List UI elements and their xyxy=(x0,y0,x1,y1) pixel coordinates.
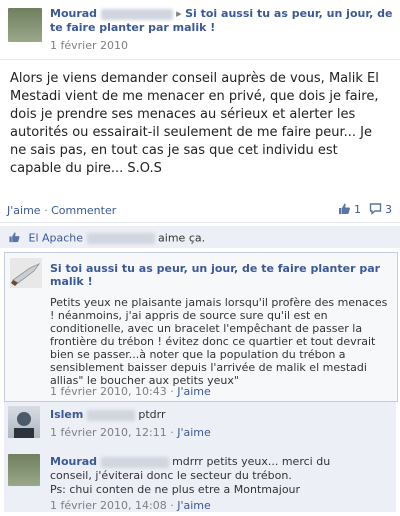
share-arrow-icon: ▸ xyxy=(176,7,182,20)
shared-title[interactable]: Si toi aussi tu as peur, un jour, de te … xyxy=(50,262,390,288)
comment-date[interactable]: 1 février 2010, 14:08 xyxy=(50,499,167,512)
shared-meta: 1 février 2010, 10:43 · J'aime xyxy=(50,385,211,398)
comment-text-line3: Ps: chui conten de ne plus etre a Montma… xyxy=(50,483,301,496)
commenter-name-blur xyxy=(86,409,135,421)
comment-like-link[interactable]: J'aime xyxy=(177,426,211,439)
post-date[interactable]: 1 février 2010 xyxy=(50,39,128,52)
divider xyxy=(0,222,400,223)
commenter-avatar[interactable] xyxy=(8,406,40,438)
thumbs-up-icon xyxy=(8,231,21,246)
divider xyxy=(0,59,400,60)
shared-body: Petits yeux ne plaisante jamais lorsqu'i… xyxy=(50,296,388,387)
comment-text: ptdrr xyxy=(138,408,166,421)
comment-meta: 1 février 2010, 12:11 · J'aime xyxy=(50,426,211,439)
commenter-name[interactable]: Mourad xyxy=(50,455,97,468)
comment-count[interactable]: 3 xyxy=(385,203,392,216)
shared-date[interactable]: 1 février 2010, 10:43 xyxy=(50,385,167,398)
likes-text: aime ça. xyxy=(158,231,206,245)
liker-name-blur xyxy=(86,233,155,244)
likes-line: El Apache aime ça. xyxy=(8,231,205,246)
commenter-avatar[interactable] xyxy=(8,454,40,486)
author-avatar[interactable] xyxy=(8,8,42,42)
comment-line: Islem ptdrr xyxy=(50,408,165,421)
comment-date[interactable]: 1 février 2010, 12:11 xyxy=(50,426,167,439)
counts: 1 3 xyxy=(338,202,392,218)
dot-separator: · xyxy=(44,204,48,217)
author-name[interactable]: Mourad xyxy=(50,7,97,20)
commenter-name[interactable]: Islem xyxy=(50,408,83,421)
commenter-name-blur xyxy=(100,456,169,468)
comment-line: Mourad mdrrr petits yeux... merci du xyxy=(50,455,330,469)
comment-like-link[interactable]: J'aime xyxy=(177,499,211,512)
thumbs-up-icon[interactable] xyxy=(338,202,351,218)
comment-link[interactable]: Commenter xyxy=(51,204,116,217)
comment-text-line1: mdrrr petits yeux... merci du xyxy=(172,455,331,468)
action-bar: J'aime · Commenter xyxy=(7,204,116,217)
post-body: Alors je viens demander conseil auprès d… xyxy=(10,71,379,176)
liker-name[interactable]: El Apache xyxy=(29,232,84,245)
comment-meta: 1 février 2010, 14:08 · J'aime xyxy=(50,499,211,512)
comment-icon[interactable] xyxy=(369,202,382,218)
like-link[interactable]: J'aime xyxy=(7,204,41,217)
knife-image xyxy=(10,258,42,288)
shared-like-link[interactable]: J'aime xyxy=(177,385,211,398)
post-header: Mourad ▸ Si toi aussi tu as peur, un jou… xyxy=(50,7,395,35)
comment-text-line2: conseil, j'éviterai donc le secteur du t… xyxy=(50,469,292,482)
like-count[interactable]: 1 xyxy=(354,203,361,216)
author-name-blur xyxy=(100,8,173,20)
